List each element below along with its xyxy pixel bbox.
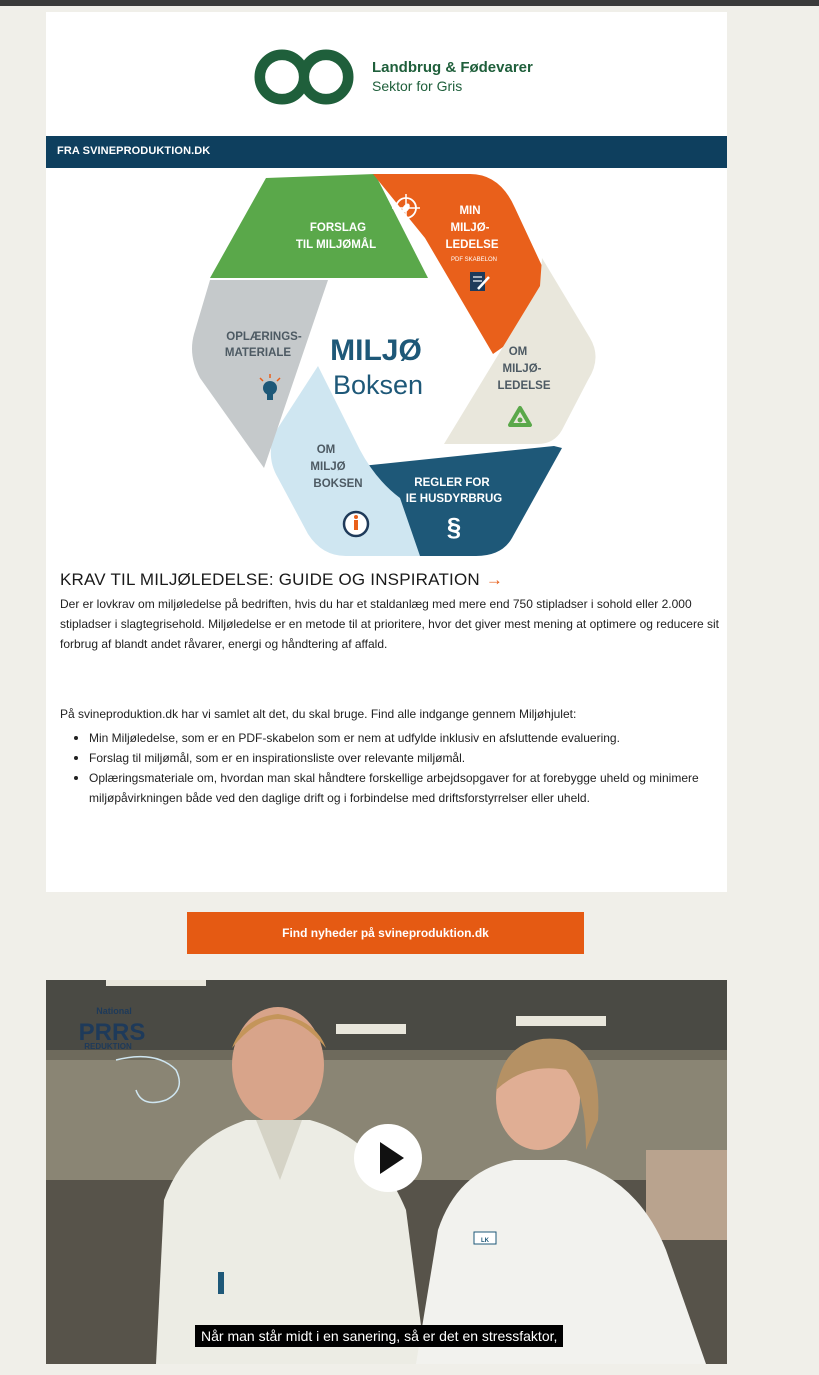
video-scene: National PRRS REDUKTION LK <box>46 980 727 1364</box>
top-border <box>0 0 819 6</box>
oplaerings-label-line1: OPLÆRINGS- <box>226 331 302 343</box>
logo-header: Landbrug & Fødevarer Sektor for Gris <box>46 12 727 136</box>
article-paragraph-1: Der er lovkrav om miljøledelse på bedrif… <box>60 597 719 651</box>
forslag-label-line2: TIL MILJØMÅL <box>296 238 376 251</box>
om-boksen-label-line3: BOKSEN <box>313 478 362 490</box>
om-ledelse-label-line3: LEDELSE <box>497 380 550 392</box>
article-card: MILJØ Boksen FORSLAG TIL MILJØMÅL MIN MI… <box>46 168 727 892</box>
om-boksen-label-line2: MILJØ <box>310 461 345 473</box>
prrs-overlay-line1: National <box>96 1006 132 1016</box>
list-item: Oplæringsmateriale om, hvordan man skal … <box>60 768 720 808</box>
person-left-head <box>232 1007 324 1123</box>
regler-label-line1: REGLER FOR <box>414 477 490 489</box>
prrs-overlay-line3: REDUKTION <box>84 1042 132 1051</box>
list-item: Min Miljøledelse, som er en PDF-skabelon… <box>60 728 720 748</box>
regler-label-line2: IE HUSDYRBRUG <box>406 493 503 505</box>
play-button[interactable] <box>354 1124 422 1192</box>
article-title-link[interactable]: KRAV TIL MILJØLEDELSE: GUIDE OG INSPIRAT… <box>60 570 503 590</box>
min-label-line2: MILJØ- <box>451 222 490 234</box>
min-label-line3: LEDELSE <box>445 239 498 251</box>
info-icon <box>342 510 370 538</box>
brand-logo-icon <box>254 49 354 105</box>
video-caption: Når man står midt i en sanering, så er d… <box>195 1325 564 1347</box>
badge-text: LK <box>481 1238 490 1244</box>
source-label: FRA SVINEPRODUKTION.DK <box>57 145 211 157</box>
oplaerings-label-line2: MATERIALE <box>225 347 292 359</box>
wheel-center-subtitle: Boksen <box>333 370 423 400</box>
org-name: Landbrug & Fødevarer <box>372 59 533 76</box>
om-boksen-label-line1: OM <box>317 444 336 456</box>
paragraph-icon: § <box>447 512 461 542</box>
min-label-line1: MIN <box>459 205 480 217</box>
wheel-center-title: MILJØ <box>330 334 422 367</box>
arrow-right-icon: → <box>485 570 504 589</box>
video-thumbnail[interactable]: National PRRS REDUKTION LK Når man står … <box>46 980 727 1364</box>
list-item: Forslag til miljømål, som er en inspirat… <box>60 748 720 768</box>
forslag-label-line1: FORSLAG <box>310 222 366 234</box>
find-news-button[interactable]: Find nyheder på svineproduktion.dk <box>187 912 584 954</box>
source-band: FRA SVINEPRODUKTION.DK <box>46 136 727 168</box>
article-bullet-list: Min Miljøledelse, som er en PDF-skabelon… <box>60 728 720 808</box>
article-title-text: KRAV TIL MILJØLEDELSE: GUIDE OG INSPIRAT… <box>60 570 480 589</box>
sector-name: Sektor for Gris <box>372 78 463 94</box>
om-ledelse-label-line1: OM <box>509 346 528 358</box>
min-label-sub: PDF SKABELON <box>451 257 497 263</box>
article-paragraph-2: På svineproduktion.dk har vi samlet alt … <box>60 707 577 721</box>
om-ledelse-label-line2: MILJØ- <box>503 363 542 375</box>
miljo-wheel[interactable]: MILJØ Boksen FORSLAG TIL MILJØMÅL MIN MI… <box>170 168 610 560</box>
